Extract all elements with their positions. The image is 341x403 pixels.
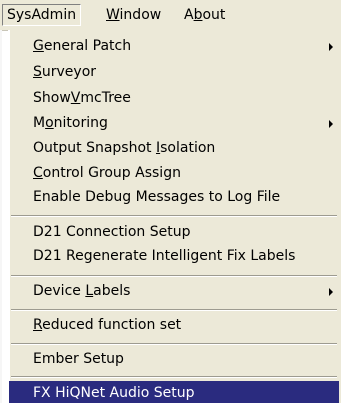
menu-item-ember-setup[interactable]: Ember Setup [9,347,339,372]
device-labels-mnemonic: L [85,283,94,299]
monitoring-label-a: M [33,115,46,131]
menu-item-output-snapshot-isolation[interactable]: Output Snapshot Isolation [9,136,339,161]
menu-separator [11,275,337,277]
menu-about[interactable]: About [180,4,229,26]
menu-item-general-patch[interactable]: General Patch [9,34,339,59]
sysadmin-dropdown: General Patch Surveyor ShowVmcTree Monit… [8,30,341,403]
reduced-function-label-b: educed function set [42,317,182,333]
fx-hiqnet-label: FX HiQNet Audio Setup [33,385,195,401]
output-snapshot-label-a: Output Snapshot [33,140,156,156]
menu-item-reduced-function-set[interactable]: Reduced function set [9,313,339,338]
menu-item-enable-debug-messages[interactable]: Enable Debug Messages to Log File [9,185,339,210]
show-vmc-tree-mnemonic: V [70,90,81,106]
left-edge [0,30,2,403]
control-group-label-b: ontrol Group Assign [42,165,181,181]
submenu-arrow-icon [329,120,333,128]
menu-item-d21-regenerate[interactable]: D21 Regenerate Intelligent Fix Labels [9,244,339,269]
d21-regenerate-label: D21 Regenerate Intelligent Fix Labels [33,248,296,264]
general-patch-mnemonic: G [33,38,44,54]
menu-window[interactable]: Window [102,4,165,26]
monitoring-label-b: nitoring [53,115,108,131]
surveyor-label-b: urveyor [41,64,97,80]
menu-separator [11,376,337,378]
menu-window-label: indow [119,7,162,23]
d21-connection-label: D21 Connection Setup [33,224,191,240]
control-group-mnemonic: C [33,165,43,181]
menu-separator [11,309,337,311]
device-labels-label-a: Device [33,283,86,299]
menu-item-show-vmc-tree[interactable]: ShowVmcTree [9,86,339,111]
show-vmc-tree-label-a: Show [33,90,71,106]
menu-item-device-labels[interactable]: Device Labels [9,279,339,304]
output-snapshot-label-b: solation [160,140,216,156]
menu-sysadmin[interactable]: SysAdmin [2,4,82,26]
menu-separator [11,343,337,345]
submenu-arrow-icon [329,43,333,51]
enable-debug-label: Enable Debug Messages to Log File [33,189,281,205]
ember-setup-label: Ember Setup [33,351,124,367]
menu-item-monitoring[interactable]: Monitoring [9,111,339,136]
reduced-function-mnemonic: R [33,317,43,333]
show-vmc-tree-label-b: mcTree [80,90,131,106]
menu-item-fx-hiqnet-audio-setup[interactable]: FX HiQNet Audio Setup [9,381,339,403]
menu-about-label-a: A [184,7,194,23]
menu-item-surveyor[interactable]: Surveyor [9,60,339,85]
general-patch-label-b: eneral Patch [43,38,132,54]
surveyor-mnemonic: S [33,64,42,80]
monitoring-mnemonic: o [45,115,54,131]
menu-window-mnemonic: W [106,7,120,23]
menu-about-label-b: out [202,7,226,23]
menu-separator [11,215,337,217]
menu-sysadmin-label: SysAdmin [7,7,77,23]
menu-item-d21-connection-setup[interactable]: D21 Connection Setup [9,220,339,245]
menu-bar: SysAdmin Window About [0,0,341,31]
menu-item-control-group-assign[interactable]: Control Group Assign [9,161,339,186]
submenu-arrow-icon [329,288,333,296]
device-labels-label-b: abels [93,283,131,299]
